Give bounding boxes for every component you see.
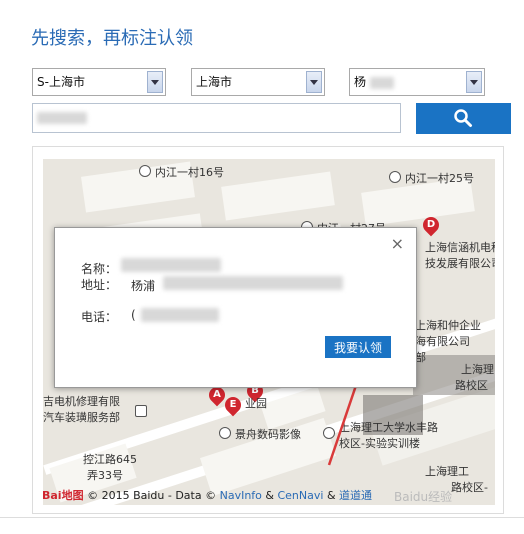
- city-select-value: 上海市: [196, 75, 233, 89]
- cennavi-link[interactable]: CenNavi: [277, 489, 323, 502]
- chevron-down-icon[interactable]: [306, 71, 322, 93]
- map-label: 上海理工: [425, 465, 469, 478]
- address-label: 地址：: [81, 278, 118, 292]
- map-label: 路校区-: [451, 481, 488, 494]
- blurred-text: [163, 276, 343, 290]
- copyright-text: © 2015 Baidu - Data ©: [87, 489, 217, 502]
- divider: [0, 517, 524, 518]
- map-footer: Bai地图 © 2015 Baidu - Data © NavInfo & Ce…: [42, 487, 372, 503]
- map-label: 上海理: [461, 363, 494, 376]
- chevron-down-icon[interactable]: [466, 71, 482, 93]
- district-select[interactable]: 杨: [349, 68, 485, 96]
- map-panel: 内江一村16号 内江一村25号 内江一村27号 D 上海信涵机电科 技发展有限公…: [32, 146, 504, 514]
- map-label: 内江一村25号: [405, 172, 474, 185]
- map-label: 景舟数码影像: [235, 428, 301, 441]
- map-label: 汽车装璜服务部: [43, 411, 120, 424]
- page-title: 先搜索，再标注认领: [31, 28, 193, 49]
- map-marker-d[interactable]: D: [419, 213, 443, 237]
- poi-icon: [389, 171, 401, 183]
- search-input[interactable]: [32, 103, 401, 133]
- map-label: 海有限公司: [415, 335, 470, 348]
- poi-icon: [139, 165, 151, 177]
- blurred-text: [141, 308, 219, 322]
- amp-text: &: [326, 489, 336, 502]
- province-select-value: S-上海市: [37, 75, 85, 89]
- map-label: 路校区: [455, 379, 488, 392]
- map-road: [43, 155, 495, 159]
- map-label: 上海信涵机电科: [425, 241, 495, 254]
- daodaotong-link[interactable]: 道道通: [339, 489, 372, 502]
- map-label: 业园: [245, 397, 267, 410]
- amp-text: &: [265, 489, 274, 502]
- province-select[interactable]: S-上海市: [32, 68, 166, 96]
- phone-label: 电话：: [81, 310, 118, 324]
- baidu-map-logo: Bai地图: [42, 489, 84, 502]
- watermark: Baidu经验: [394, 490, 453, 504]
- search-icon: [454, 109, 472, 127]
- district-select-value: 杨: [354, 75, 367, 89]
- close-icon[interactable]: ×: [391, 234, 404, 253]
- address-value: 杨浦: [131, 279, 156, 293]
- chevron-down-icon[interactable]: [147, 71, 163, 93]
- map-label: 吉电机修理有限: [43, 395, 120, 408]
- map-label: 技发展有限公司: [425, 257, 495, 270]
- navinfo-link[interactable]: NavInfo: [220, 489, 262, 502]
- blurred-text: [369, 76, 394, 89]
- map-label: 控江路645: [83, 453, 137, 466]
- blurred-text: [121, 258, 221, 272]
- map-block: [221, 171, 335, 221]
- map-label: 内江一村16号: [155, 166, 224, 179]
- phone-value: (: [131, 308, 136, 322]
- city-select[interactable]: 上海市: [191, 68, 325, 96]
- name-label: 名称：: [81, 262, 118, 276]
- map-label: 弄33号: [87, 469, 123, 482]
- map-marker-e[interactable]: E: [221, 393, 245, 417]
- map-label: 上海和仲企业: [415, 319, 481, 332]
- car-icon: [135, 405, 147, 417]
- claim-button[interactable]: 我要认领: [325, 336, 391, 358]
- poi-icon: [219, 427, 231, 439]
- search-button[interactable]: [416, 103, 511, 134]
- info-dialog: × 名称： 地址： 杨浦 电话： ( 我要认领: [54, 227, 417, 388]
- blurred-text: [37, 112, 87, 124]
